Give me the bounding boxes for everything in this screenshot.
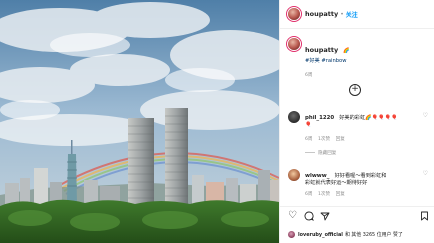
commenter-avatar[interactable] (288, 169, 300, 181)
comment-time: 6周 (305, 192, 313, 197)
post-photo[interactable] (0, 0, 279, 243)
header-divider (280, 28, 434, 29)
author-username[interactable]: houpatty (305, 10, 338, 18)
separator-dot: • (340, 10, 344, 18)
comment-text: 好好看喔～看到彩虹和 (334, 173, 387, 179)
heart-outline-icon[interactable]: ♡ (288, 211, 297, 221)
city-rainbow-image (0, 0, 279, 243)
toggle-replies-label: 隐藏回复 (318, 151, 337, 156)
post-side-panel: houpatty • 关注 houpatty 🌈 #好美 #rainbow 6周… (279, 0, 434, 243)
replies-line (305, 152, 315, 153)
comment-reply-button[interactable]: 回复 (336, 192, 345, 197)
comment-reply-button[interactable]: 回复 (336, 137, 345, 142)
comment-likes[interactable]: 1次赞 (318, 192, 330, 197)
caption-hashtags[interactable]: #好美 #rainbow (305, 57, 350, 64)
comment-like-heart-icon[interactable]: ♡ (423, 112, 428, 119)
plus-circle-icon: + (351, 84, 359, 94)
caption-text: 🌈 (343, 48, 350, 54)
caption-time: 6周 (305, 73, 313, 78)
toggle-replies-button[interactable]: 隐藏回复 (305, 150, 423, 156)
comment-icon[interactable] (304, 211, 314, 224)
caption: houpatty 🌈 #好美 #rainbow 6周 (288, 37, 428, 78)
comment-like-heart-icon[interactable]: ♡ (423, 170, 428, 177)
post-header: houpatty • 关注 (288, 6, 428, 22)
actions-divider (280, 206, 434, 207)
likes-summary: loveruby_official 和 其他 3265 位用户 赞了 (288, 230, 430, 239)
author-avatar[interactable] (288, 8, 300, 20)
likes-count[interactable]: 和 其他 3265 位用户 赞了 (345, 231, 403, 238)
bookmark-icon[interactable] (420, 211, 429, 224)
share-icon[interactable] (320, 211, 330, 224)
commenter-username[interactable]: phil_1220 (305, 115, 334, 121)
comment-text: 好美的彩虹🌈🎈🎈🎈🎈 (339, 115, 398, 121)
comment-text-cont: 彩虹就代表好运～期待好好 (305, 180, 368, 186)
load-more-comments-button[interactable]: + (349, 84, 361, 96)
commenter-avatar[interactable] (288, 111, 300, 123)
comment-likes[interactable]: 1次赞 (318, 137, 330, 142)
liker-avatar[interactable] (288, 231, 295, 238)
comment-text-cont: 🎈 (305, 122, 312, 128)
caption-username[interactable]: houpatty (305, 46, 338, 54)
comment-item: phil_1220 好美的彩虹🌈🎈🎈🎈🎈 🎈 6周 1次赞 回复 隐藏回复 ♡ (288, 110, 428, 156)
liker-username[interactable]: loveruby_official (298, 232, 343, 238)
comment-item: wlwww_ 好好看喔～看到彩虹和 彩虹就代表好运～期待好好 6周 1次赞 回复… (288, 168, 428, 197)
follow-button[interactable]: 关注 (346, 10, 358, 19)
comment-time: 6周 (305, 137, 313, 142)
caption-avatar[interactable] (288, 38, 300, 50)
commenter-username[interactable]: wlwww_ (305, 173, 329, 179)
